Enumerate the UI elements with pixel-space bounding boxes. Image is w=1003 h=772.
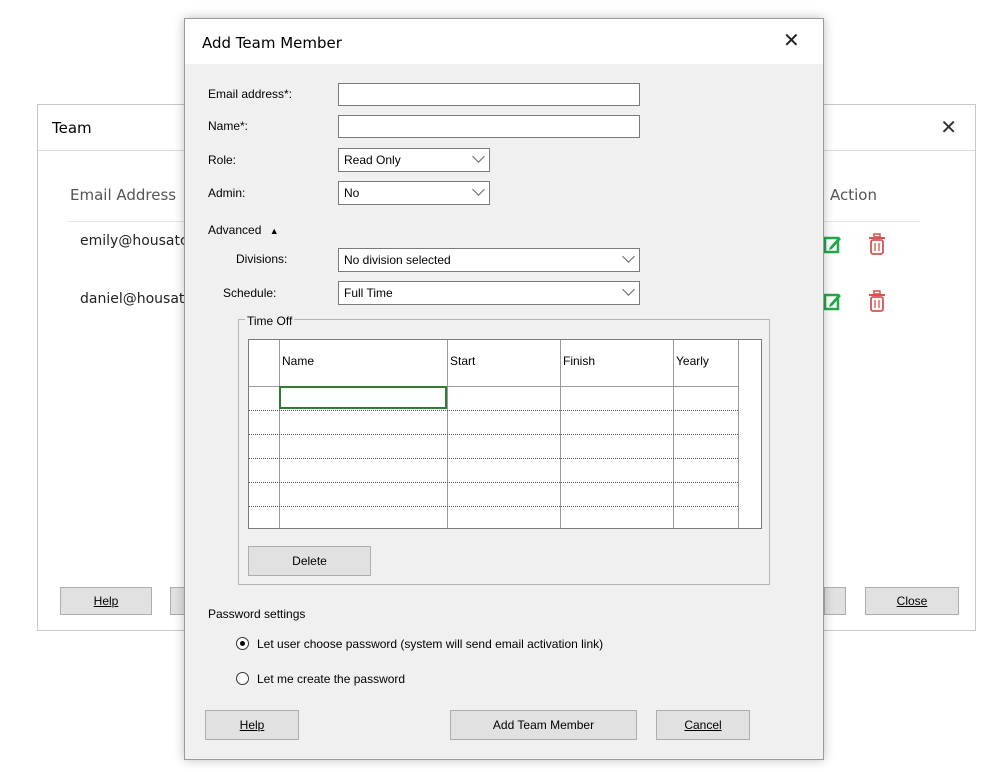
add-team-member-button-label: Add Team Member — [492, 718, 595, 732]
radio-let-user-choose[interactable] — [236, 637, 249, 650]
schedule-select[interactable]: Full Time — [338, 281, 640, 305]
name-label: Name*: — [208, 119, 249, 133]
edit-icon[interactable] — [824, 234, 842, 254]
divisions-label: Divisions: — [236, 252, 288, 266]
radio-create-password-label[interactable]: Let me create the password — [257, 672, 405, 686]
table-row[interactable] — [249, 506, 738, 507]
divisions-select[interactable]: No division selected — [338, 248, 640, 272]
password-settings-heading: Password settings — [208, 607, 306, 621]
role-select[interactable]: Read Only — [338, 148, 490, 172]
team-close-button[interactable]: Close — [865, 587, 959, 615]
column-header-email[interactable]: Email Address — [70, 186, 176, 204]
time-off-group-label: Time Off — [245, 314, 295, 328]
grid-column-divider — [738, 340, 739, 528]
cancel-button[interactable]: Cancel — [656, 710, 750, 740]
schedule-select-value: Full Time — [344, 286, 393, 300]
admin-label: Admin: — [208, 186, 246, 200]
edit-icon[interactable] — [824, 291, 842, 311]
team-close-label: Close — [896, 594, 928, 608]
team-window-close-icon[interactable]: ✕ — [940, 115, 957, 140]
team-row-email: emily@housatc — [80, 233, 188, 249]
cancel-button-label: Cancel — [684, 718, 722, 732]
chevron-down-icon — [472, 150, 485, 163]
email-field[interactable] — [338, 83, 640, 106]
table-row[interactable] — [249, 458, 738, 459]
chevron-down-icon — [472, 183, 485, 196]
team-row-email: daniel@housat — [80, 291, 185, 307]
trash-icon[interactable] — [867, 233, 887, 255]
admin-select-value: No — [344, 186, 360, 200]
radio-selected-dot — [240, 641, 245, 646]
delete-button-label: Delete — [292, 554, 327, 568]
chevron-down-icon — [622, 283, 635, 296]
team-hidden-button-2[interactable] — [824, 587, 846, 615]
team-window-title: Team — [52, 119, 92, 137]
add-team-member-dialog: Add Team Member ✕ Email address*: Name*:… — [184, 18, 824, 760]
dialog-close-icon[interactable]: ✕ — [783, 28, 800, 53]
help-button[interactable]: Help — [205, 710, 299, 740]
table-row[interactable] — [249, 434, 738, 435]
grid-active-cell[interactable] — [279, 386, 447, 409]
grid-header-name[interactable]: Name — [282, 354, 314, 368]
grid-header-finish[interactable]: Finish — [563, 354, 595, 368]
role-select-value: Read Only — [344, 153, 401, 167]
email-label: Email address*: — [208, 87, 293, 101]
add-team-member-button[interactable]: Add Team Member — [450, 710, 637, 740]
delete-button[interactable]: Delete — [248, 546, 371, 576]
time-off-grid[interactable]: Name Start Finish Yearly ▲ ▼ — [248, 339, 762, 529]
advanced-label: Advanced — [208, 223, 262, 237]
role-label: Role: — [208, 153, 237, 167]
divisions-select-value: No division selected — [344, 253, 451, 267]
radio-create-password[interactable] — [236, 672, 249, 685]
dialog-title: Add Team Member — [202, 34, 342, 52]
schedule-label: Schedule: — [223, 286, 277, 300]
help-button-label: Help — [239, 718, 265, 732]
team-help-button[interactable]: Help — [60, 587, 152, 615]
grid-header-start[interactable]: Start — [450, 354, 475, 368]
radio-let-user-choose-label[interactable]: Let user choose password (system will se… — [257, 637, 603, 651]
team-help-label: Help — [93, 594, 119, 608]
admin-select[interactable]: No — [338, 181, 490, 205]
collapse-up-icon: ▲ — [269, 226, 279, 236]
table-row[interactable] — [249, 410, 738, 411]
column-header-action[interactable]: Action — [830, 186, 877, 204]
trash-icon[interactable] — [867, 290, 887, 312]
chevron-down-icon — [622, 250, 635, 263]
advanced-toggle[interactable]: Advanced ▲ — [208, 223, 279, 237]
name-field[interactable] — [338, 115, 640, 138]
grid-header-yearly[interactable]: Yearly — [676, 354, 709, 368]
table-row[interactable] — [249, 482, 738, 483]
